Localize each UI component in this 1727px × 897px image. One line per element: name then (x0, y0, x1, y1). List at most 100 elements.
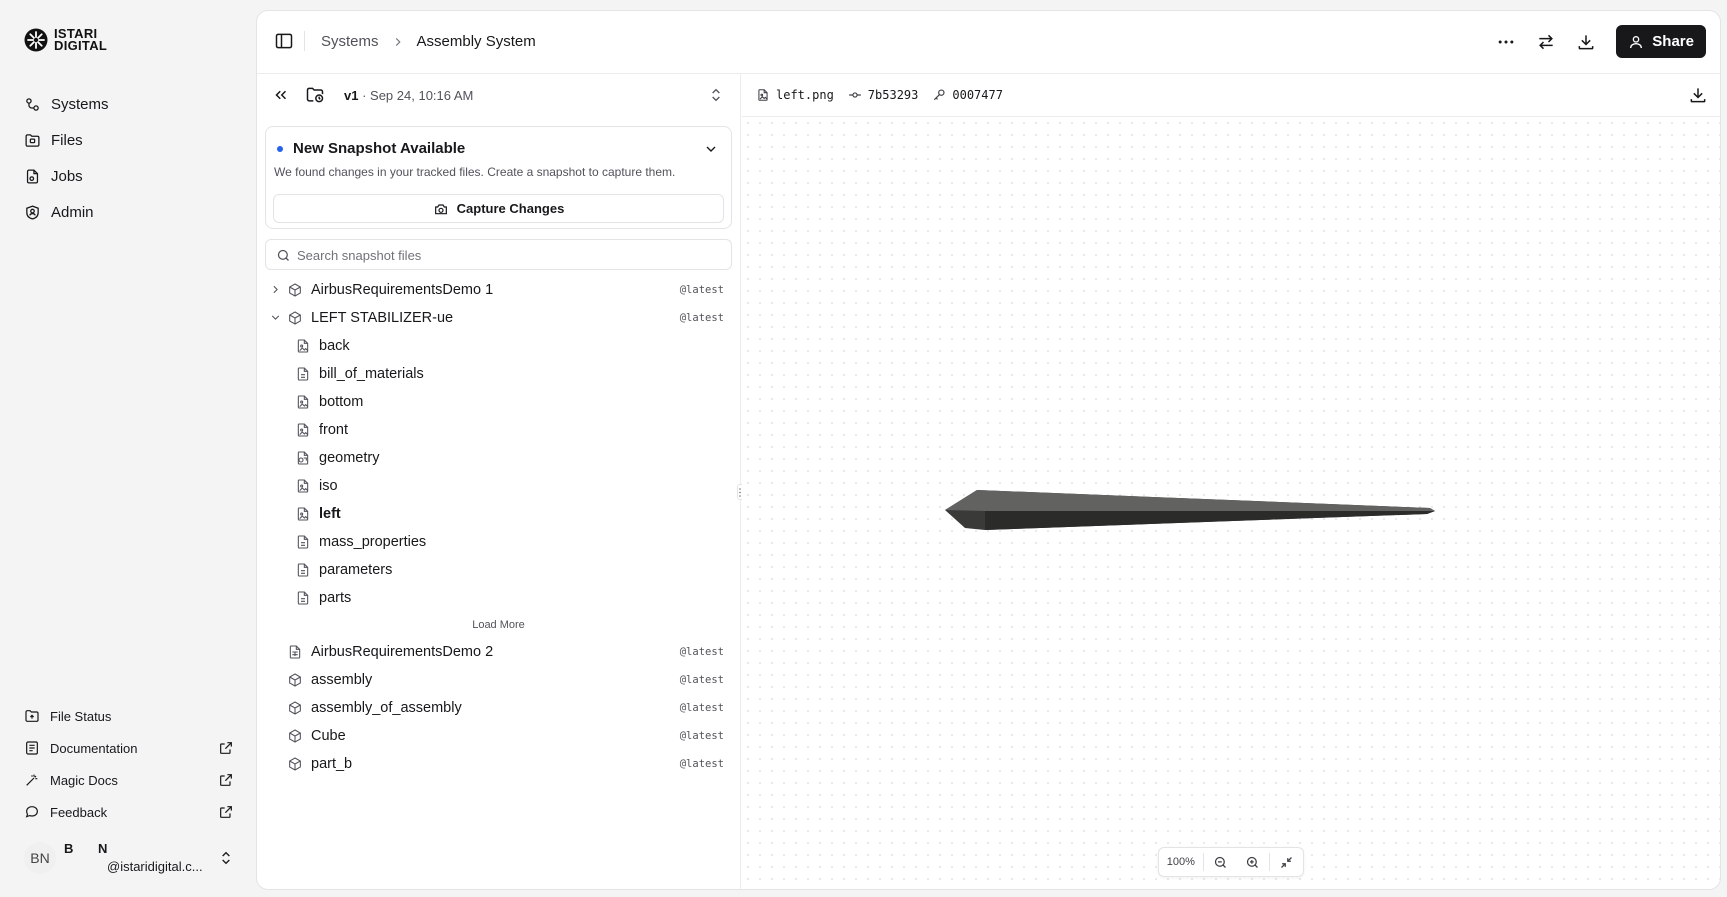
image-file-icon (758, 89, 768, 101)
file-status-icon (25, 710, 39, 722)
capture-changes-button[interactable]: Capture Changes (273, 194, 724, 223)
breadcrumb-systems[interactable]: Systems (321, 33, 379, 50)
spreadsheet-file-icon (289, 645, 301, 659)
status-dot (277, 146, 283, 152)
nav-item-magic-docs[interactable]: Magic Docs (24, 764, 234, 796)
chevron-right-icon[interactable] (269, 283, 282, 296)
document-file-icon (297, 367, 309, 381)
tree-child-item[interactable]: iso (257, 472, 740, 500)
version-tag: @latest (679, 284, 724, 296)
tree-item-name: left (319, 506, 341, 522)
bottom-nav: File Status Documentation Magic Docs Fee… (24, 700, 234, 828)
external-link-icon[interactable] (218, 772, 234, 788)
share-label: Share (1652, 33, 1694, 50)
commit-hash: 7b53293 (867, 88, 919, 102)
jobs-icon (26, 168, 39, 184)
divider (304, 31, 305, 51)
tree-child-item[interactable]: front (257, 416, 740, 444)
file-viewer: left.png 7b53293 0007477 100% (742, 74, 1720, 889)
document-file-icon (297, 563, 309, 577)
tree-child-item[interactable]: back (257, 332, 740, 360)
external-link-icon[interactable] (218, 740, 234, 756)
nav-item-feedback[interactable]: Feedback (24, 796, 234, 828)
share-button[interactable]: Share (1616, 25, 1706, 58)
chevrons-left-icon[interactable] (272, 86, 290, 104)
document-file-icon (297, 535, 309, 549)
cube-icon (289, 311, 301, 325)
tree-item-name: LEFT STABILIZER-ue (311, 310, 454, 326)
camera-icon (434, 203, 447, 214)
tree-item[interactable]: AirbusRequirementsDemo 1 @latest (257, 276, 740, 304)
main-panel: Systems Assembly System Share v1 · Sep 2… (256, 10, 1721, 890)
nav-item-documentation[interactable]: Documentation (24, 732, 234, 764)
tree-item[interactable]: assembly_of_assembly @latest (257, 694, 740, 722)
bottom-nav-label: Feedback (50, 804, 108, 820)
download-icon[interactable] (1576, 32, 1596, 52)
tree-item[interactable]: assembly @latest (257, 666, 740, 694)
nav-item-jobs[interactable]: Jobs (24, 158, 109, 194)
tree-item-name: AirbusRequirementsDemo 2 (311, 644, 494, 660)
tree-child-item[interactable]: parameters (257, 556, 740, 584)
chevron-right-icon (395, 37, 401, 46)
zoom-out-button[interactable] (1204, 855, 1237, 870)
load-more-button[interactable]: Load More (257, 612, 740, 638)
image-file-icon (297, 339, 309, 353)
tree-child-item[interactable]: mass_properties (257, 528, 740, 556)
tree-child-item[interactable]: parts (257, 584, 740, 612)
user-menu[interactable]: BN B N @istaridigital.c... (24, 841, 234, 876)
version-date: · Sep 24, 10:16 AM (362, 88, 474, 103)
tree-item[interactable]: part_b @latest (257, 750, 740, 778)
nav-item-file-status[interactable]: File Status (24, 700, 234, 732)
nav-label: Jobs (51, 167, 83, 185)
brand-line-2: DIGITAL (54, 38, 108, 53)
user-last-name: N (98, 841, 108, 856)
tree-item-name: AirbusRequirementsDemo 1 (311, 282, 494, 298)
bottom-nav-label: Magic Docs (50, 772, 118, 788)
istari-logo[interactable]: ISTARI DIGITAL (24, 27, 108, 53)
chevrons-up-down-icon[interactable] (218, 850, 234, 866)
image-file-icon (297, 479, 309, 493)
tree-child-item[interactable]: geometry (257, 444, 740, 472)
version-tag: @latest (679, 702, 724, 714)
version-bar: v1 · Sep 24, 10:16 AM (257, 74, 740, 118)
chevrons-up-down-icon[interactable] (708, 87, 724, 103)
tree-child-item-selected[interactable]: left (257, 500, 740, 528)
cube-icon (289, 673, 301, 687)
tree-child-item[interactable]: bill_of_materials (257, 360, 740, 388)
chevron-down-icon[interactable] (269, 311, 282, 324)
version-tag: @latest (679, 312, 724, 324)
tree-item[interactable]: Cube @latest (257, 722, 740, 750)
cube-icon (289, 757, 301, 771)
tree-item-name: Cube (311, 728, 346, 744)
tree-item[interactable]: LEFT STABILIZER-ue @latest (257, 304, 740, 332)
tree-item[interactable]: AirbusRequirementsDemo 2 @latest (257, 638, 740, 666)
version-selector[interactable]: v1 · Sep 24, 10:16 AM (344, 88, 473, 103)
geometry-file-icon (297, 451, 309, 465)
tree-item-name: parts (319, 590, 352, 606)
nav-item-files[interactable]: Files (24, 122, 109, 158)
avatar: BN (24, 842, 56, 874)
more-horizontal-icon[interactable] (1496, 32, 1516, 52)
tree-child-item[interactable]: bottom (257, 388, 740, 416)
folder-history-icon[interactable] (305, 85, 325, 105)
breadcrumb: Systems Assembly System (321, 33, 536, 50)
chat-bubble-icon (25, 806, 38, 818)
chevron-down-icon[interactable] (703, 141, 719, 157)
minimize-icon (1281, 856, 1293, 868)
nav-item-systems[interactable]: Systems (24, 86, 109, 122)
search-icon (277, 249, 289, 261)
bottom-nav-label: Documentation (50, 740, 138, 756)
download-icon[interactable] (1688, 85, 1708, 105)
fit-view-button[interactable] (1270, 855, 1303, 870)
sidebar-toggle-icon[interactable] (274, 31, 294, 51)
snapshot-description: We found changes in your tracked files. … (274, 165, 676, 179)
search-input[interactable] (297, 244, 717, 266)
nav-item-admin[interactable]: Admin (24, 194, 109, 230)
compare-arrows-icon[interactable] (1536, 32, 1556, 52)
main-nav: Systems Files Jobs Admin (24, 86, 109, 230)
external-link-icon[interactable] (218, 804, 234, 820)
image-canvas[interactable]: 100% (742, 117, 1720, 889)
istari-logo-icon (24, 28, 48, 52)
capture-label: Capture Changes (456, 201, 565, 216)
zoom-in-button[interactable] (1236, 855, 1269, 870)
